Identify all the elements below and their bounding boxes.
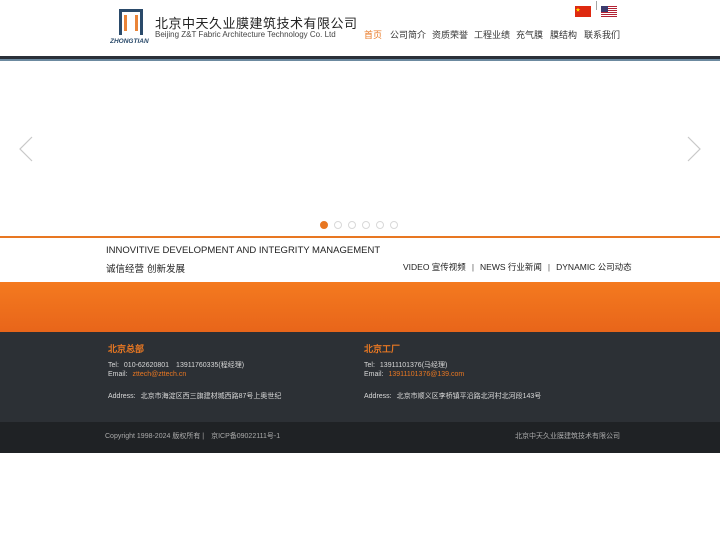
site-header: ZHONGTIAN 北京中天久业膜建筑技术有限公司 Beijing Z&T Fa…	[0, 0, 720, 56]
hq-tel-label: Tel:	[108, 362, 119, 369]
hq-tel-value: 010-62620801 13911760335(程经理)	[123, 362, 245, 369]
section-divider	[0, 236, 720, 238]
nav-item-air-dome[interactable]: 充气膜	[516, 28, 543, 41]
usa-flag-icon[interactable]	[601, 2, 617, 17]
factory-address: Address: 北京市顺义区李桥镇平沿路北河村北河段143号	[364, 391, 541, 401]
factory-email-link[interactable]: 13911101376@139.com	[388, 371, 464, 378]
language-separator: |	[595, 1, 599, 11]
slider-dot[interactable]	[376, 221, 384, 229]
nav-item-honors[interactable]: 资质荣誉	[432, 28, 468, 41]
footer-company-name: 北京中天久业膜建筑技术有限公司	[515, 432, 620, 440]
nav-item-about[interactable]: 公司简介	[390, 28, 426, 41]
factory-address-label: Address:	[364, 393, 392, 400]
factory-address-value: 北京市顺义区李桥镇平沿路北河村北河段143号	[396, 393, 542, 400]
china-flag-icon[interactable]	[575, 2, 591, 17]
logo-icon: ZHONGTIAN	[109, 9, 149, 45]
chevron-right-icon[interactable]	[684, 135, 704, 163]
hq-email-label: Email:	[108, 371, 128, 378]
slider-dot[interactable]	[348, 221, 356, 229]
factory-title: 北京工厂	[364, 345, 401, 355]
hq-tel: Tel: 010-62620801 13911760335(程经理)	[108, 360, 244, 370]
quick-links: VIDEO 宣传视频 | NEWS 行业新闻 | DYNAMIC 公司动态	[403, 261, 632, 273]
factory-email-label: Email:	[364, 371, 384, 378]
hq-title: 北京总部	[108, 345, 145, 355]
hq-address-value: 北京市海淀区西三旗建材城西路87号上奥世纪	[140, 393, 282, 400]
dynamic-link[interactable]: DYNAMIC 公司动态	[556, 262, 632, 272]
factory-tel-value: 13911101376(马经理)	[379, 362, 448, 369]
nav-item-home[interactable]: 首页	[364, 28, 382, 41]
nav-item-membrane[interactable]: 膜结构	[550, 28, 577, 41]
slider-dot[interactable]	[362, 221, 370, 229]
factory-tel-label: Tel:	[364, 362, 375, 369]
motto-chinese: 诚信经营 创新发展	[106, 264, 186, 275]
svg-text:ZHONGTIAN: ZHONGTIAN	[110, 38, 149, 45]
contact-section: 北京总部 Tel: 010-62620801 13911760335(程经理) E…	[0, 332, 720, 422]
link-separator: |	[547, 262, 551, 272]
slider-dot[interactable]	[390, 221, 398, 229]
chevron-left-icon[interactable]	[16, 135, 36, 163]
factory-tel: Tel: 13911101376(马经理)	[364, 360, 447, 370]
slider-dot[interactable]	[320, 221, 328, 229]
hq-address-label: Address:	[108, 393, 136, 400]
nav-item-contact[interactable]: 联系我们	[584, 28, 620, 41]
company-logo[interactable]: ZHONGTIAN	[109, 9, 152, 45]
hq-email: Email: zttech@zttech.cn	[108, 371, 186, 378]
slider-dot[interactable]	[334, 221, 342, 229]
orange-band	[0, 282, 720, 332]
motto-english: INNOVITIVE DEVELOPMENT AND INTEGRITY MAN…	[106, 245, 381, 256]
nav-item-projects[interactable]: 工程业绩	[474, 28, 510, 41]
copyright-text: Copyright 1998-2024 版权所有 | 京ICP备09022111…	[105, 433, 281, 440]
hq-email-link[interactable]: zttech@zttech.cn	[132, 371, 186, 378]
news-link[interactable]: NEWS 行业新闻	[480, 262, 542, 272]
factory-email: Email: 13911101376@139.com	[364, 371, 464, 378]
link-separator: |	[471, 262, 475, 272]
banner-slider	[0, 61, 720, 236]
hq-address: Address: 北京市海淀区西三旗建材城西路87号上奥世纪	[108, 391, 281, 401]
video-link[interactable]: VIDEO 宣传视频	[403, 262, 466, 272]
site-footer: Copyright 1998-2024 版权所有 | 京ICP备09022111…	[0, 422, 720, 453]
company-name-en: Beijing Z&T Fabric Architecture Technolo…	[155, 30, 336, 39]
